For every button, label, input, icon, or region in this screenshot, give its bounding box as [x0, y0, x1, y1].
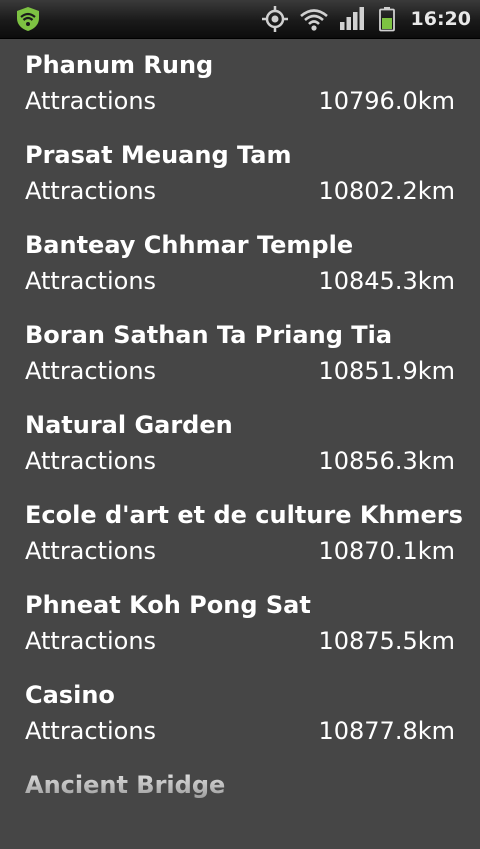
place-distance: 10802.2km	[318, 177, 455, 205]
list-item[interactable]: Banteay Chhmar Temple Attractions 10845.…	[0, 219, 480, 309]
place-name: Casino	[25, 681, 115, 709]
battery-icon	[377, 0, 397, 38]
place-distance: 10796.0km	[318, 87, 455, 115]
place-distance: 10877.8km	[318, 717, 455, 745]
places-list[interactable]: Phanum Rung Attractions 10796.0km Prasat…	[0, 39, 480, 849]
place-category: Attractions	[25, 87, 157, 115]
place-category: Attractions	[25, 177, 157, 205]
place-name: Banteay Chhmar Temple	[25, 231, 354, 259]
place-name: Ecole d'art et de culture Khmers	[25, 501, 463, 529]
clock: 16:20	[410, 8, 471, 30]
shield-wifi-icon	[14, 0, 42, 38]
place-name: Ancient Bridge	[25, 771, 226, 799]
place-name: Phneat Koh Pong Sat	[25, 591, 311, 619]
place-distance: 10845.3km	[318, 267, 455, 295]
place-name: Natural Garden	[25, 411, 233, 439]
wifi-icon	[299, 0, 329, 38]
place-distance: 10856.3km	[318, 447, 455, 475]
place-distance: 10870.1km	[318, 537, 455, 565]
place-distance: 10875.5km	[318, 627, 455, 655]
status-bar: 16:20	[0, 0, 480, 39]
place-category: Attractions	[25, 537, 157, 565]
gps-icon	[261, 0, 289, 38]
place-distance: 10851.9km	[318, 357, 455, 385]
list-item[interactable]: Boran Sathan Ta Priang Tia Attractions 1…	[0, 309, 480, 399]
place-name: Prasat Meuang Tam	[25, 141, 292, 169]
place-category: Attractions	[25, 357, 157, 385]
place-category: Attractions	[25, 447, 157, 475]
list-item[interactable]: Prasat Meuang Tam Attractions 10802.2km	[0, 129, 480, 219]
place-category: Attractions	[25, 717, 157, 745]
list-item[interactable]: Phanum Rung Attractions 10796.0km	[0, 39, 480, 129]
list-item[interactable]: Ecole d'art et de culture Khmers Attract…	[0, 489, 480, 579]
place-name: Phanum Rung	[25, 51, 214, 79]
place-category: Attractions	[25, 267, 157, 295]
place-name: Boran Sathan Ta Priang Tia	[25, 321, 393, 349]
list-item[interactable]: Natural Garden Attractions 10856.3km	[0, 399, 480, 489]
list-item[interactable]: Casino Attractions 10877.8km	[0, 669, 480, 759]
signal-icon	[338, 0, 366, 38]
list-item[interactable]: Ancient Bridge	[0, 759, 480, 849]
list-item[interactable]: Phneat Koh Pong Sat Attractions 10875.5k…	[0, 579, 480, 669]
place-category: Attractions	[25, 627, 157, 655]
